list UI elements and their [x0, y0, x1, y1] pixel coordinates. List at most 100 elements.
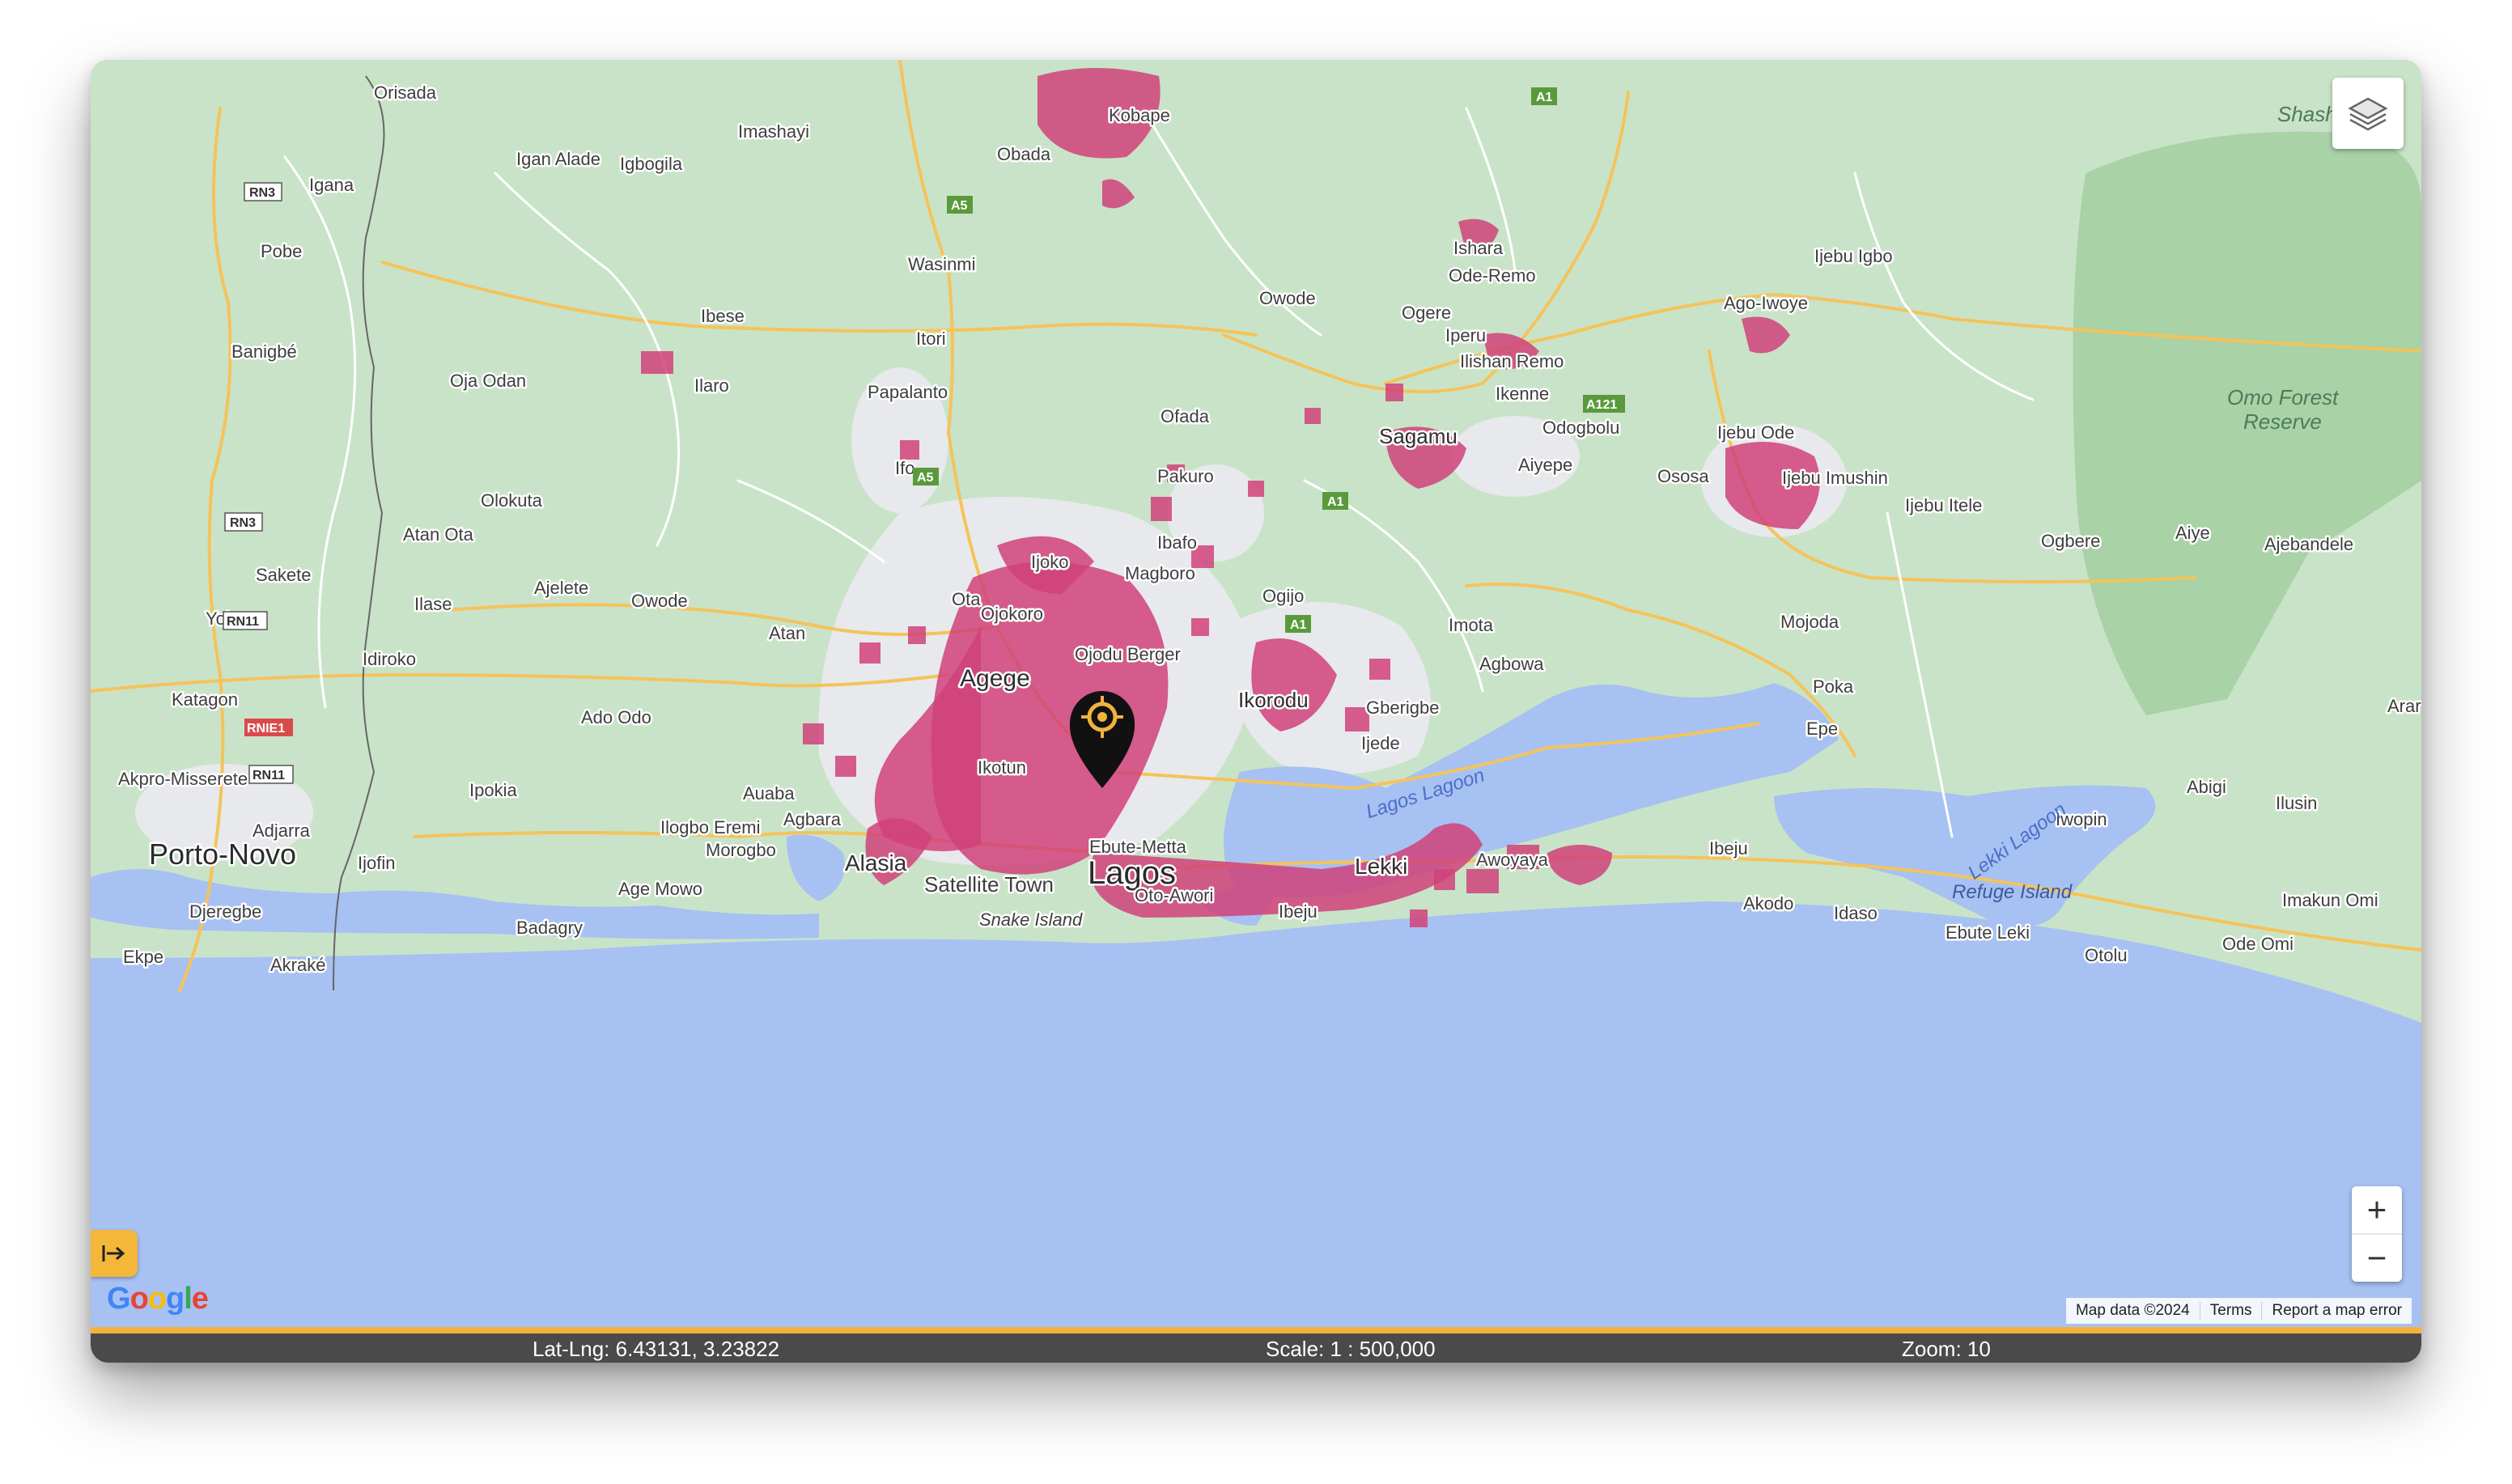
- label-ekpe: Ekpe: [123, 947, 163, 967]
- label-ijede: Ijede: [1361, 733, 1400, 753]
- shield-rnie1: RNIE1: [247, 722, 285, 736]
- label-ishara: Ishara: [1453, 238, 1504, 258]
- label-pakuro: Pakuro: [1157, 466, 1214, 486]
- label-snake-island: Snake Island: [979, 909, 1083, 930]
- label-ogijo: Ogijo: [1262, 586, 1304, 606]
- label-morogbo: Morogbo: [706, 840, 776, 860]
- label-adjarra: Adjarra: [252, 820, 311, 841]
- label-atan-ota: Atan Ota: [403, 524, 474, 545]
- label-ikenne: Ikenne: [1496, 384, 1549, 404]
- zoom-out-button[interactable]: −: [2352, 1235, 2402, 1282]
- label-ajelete: Ajelete: [534, 578, 588, 598]
- label-ijebu-imushin: Ijebu Imushin: [1782, 468, 1888, 488]
- shield-a5a: A5: [951, 199, 968, 213]
- label-ipokia: Ipokia: [469, 780, 517, 800]
- label-imota: Imota: [1449, 615, 1494, 635]
- report-map-error-link[interactable]: Report a map error: [2261, 1302, 2412, 1320]
- label-ijebu-igbo: Ijebu Igbo: [1814, 246, 1893, 266]
- label-ogbere: Ogbere: [2041, 531, 2100, 551]
- label-igbogila: Igbogila: [620, 154, 683, 174]
- label-ibeju: Ibeju: [1279, 901, 1318, 922]
- label-imakun-omi: Imakun Omi: [2282, 890, 2378, 910]
- label-ilusin: Ilusin: [2276, 793, 2317, 813]
- label-katagon: Katagon: [172, 689, 238, 710]
- label-ibafo: Ibafo: [1157, 532, 1197, 553]
- shield-a1b: A1: [1327, 495, 1344, 509]
- label-ijofin: Ijofin: [358, 853, 395, 873]
- label-ilase: Ilase: [414, 594, 452, 614]
- label-badagry: Badagry: [516, 918, 583, 938]
- panel-toggle-button[interactable]: [91, 1230, 138, 1277]
- label-magboro: Magboro: [1125, 563, 1195, 583]
- label-akpro: Akpro-Misserete: [118, 769, 248, 789]
- label-ilogbo-eremi: Ilogbo Eremi: [660, 817, 761, 837]
- label-ososa: Ososa: [1657, 466, 1709, 486]
- label-oto-awori: Oto-Awori: [1135, 885, 1213, 905]
- logo-letter: o: [147, 1282, 167, 1316]
- label-age-mowo: Age Mowo: [618, 879, 702, 899]
- label-ado-odo: Ado Odo: [581, 707, 651, 727]
- shield-rn11b: RN11: [252, 769, 285, 782]
- label-ikorodu: Ikorodu: [1238, 688, 1309, 712]
- label-agbowa: Agbowa: [1479, 654, 1544, 674]
- label-alasia: Alasia: [845, 850, 907, 876]
- zoom-control: + −: [2352, 1186, 2402, 1282]
- label-arar: Arar: [2387, 696, 2421, 716]
- label-obada: Obada: [997, 144, 1051, 164]
- label-ota: Ota: [952, 589, 981, 609]
- label-reserve: Reserve: [2243, 409, 2322, 434]
- label-gberigbe: Gberigbe: [1366, 697, 1440, 718]
- label-ode-omi: Ode Omi: [2222, 934, 2293, 954]
- label-ijoko: Ijoko: [1031, 552, 1068, 572]
- label-aiyepe: Aiyepe: [1518, 455, 1572, 475]
- label-ibeju-n: Ibeju: [1709, 838, 1748, 859]
- shield-a1c: A1: [1290, 618, 1307, 632]
- label-porto-novo: Porto-Novo: [149, 837, 296, 871]
- latlng-readout: Lat-Lng: 6.43131, 3.23822: [533, 1337, 780, 1361]
- label-ifo: Ifo: [895, 458, 914, 478]
- label-djeregbe: Djeregbe: [189, 901, 261, 922]
- label-satellite-town: Satellite Town: [924, 872, 1054, 897]
- label-ilishan-remo: Ilishan Remo: [1460, 351, 1564, 371]
- label-awoyaya: Awoyaya: [1476, 850, 1549, 870]
- label-refuge-island: Refuge Island: [1952, 881, 2073, 903]
- label-ilaro: Ilaro: [694, 375, 729, 396]
- shield-rn3b: RN3: [230, 516, 256, 530]
- label-ago-iwoye: Ago-Iwoye: [1724, 293, 1808, 313]
- label-akodo: Akodo: [1743, 893, 1793, 914]
- terms-link[interactable]: Terms: [2199, 1302, 2262, 1320]
- map-canvas[interactable]: Lagos Agege Ikorodu Lekki Alasia Porto-N…: [91, 60, 2421, 1327]
- logo-letter: g: [166, 1282, 185, 1316]
- logo-letter: o: [129, 1282, 149, 1316]
- label-ibese: Ibese: [701, 306, 745, 326]
- label-atan: Atan: [769, 623, 805, 643]
- label-ojodu-berger: Ojodu Berger: [1075, 644, 1181, 664]
- label-sagamu: Sagamu: [1379, 424, 1458, 448]
- layers-button[interactable]: [2332, 78, 2404, 149]
- label-ebute-leki: Ebute Leki: [1946, 922, 2030, 943]
- scale-readout: Scale: 1 : 500,000: [1266, 1337, 1436, 1361]
- shield-rn3a: RN3: [249, 186, 275, 200]
- label-epe: Epe: [1806, 719, 1838, 739]
- label-sakete: Sakete: [256, 565, 312, 585]
- zoom-readout: Zoom: 10: [1902, 1337, 1991, 1361]
- label-owode-n: Owode: [1259, 288, 1316, 308]
- layers-icon: [2348, 97, 2388, 131]
- label-ogere: Ogere: [1402, 303, 1451, 323]
- label-lekki: Lekki: [1355, 854, 1407, 879]
- label-ode-remo: Ode-Remo: [1449, 265, 1536, 286]
- map-data-text: Map data ©2024: [2075, 1302, 2190, 1319]
- logo-letter: G: [107, 1282, 131, 1316]
- label-ebute-metta: Ebute-Metta: [1089, 837, 1187, 857]
- label-ikotun: Ikotun: [978, 757, 1026, 778]
- google-logo: Google: [107, 1282, 209, 1317]
- label-papalanto: Papalanto: [868, 382, 948, 402]
- logo-letter: l: [184, 1282, 193, 1316]
- zoom-in-button[interactable]: +: [2352, 1186, 2402, 1233]
- shield-a5b: A5: [917, 471, 934, 485]
- label-ijebu-itele: Ijebu Itele: [1905, 495, 1982, 515]
- label-otolu: Otolu: [2085, 945, 2128, 965]
- label-iperu: Iperu: [1445, 325, 1486, 346]
- shield-a121: A121: [1586, 398, 1617, 412]
- logo-letter: e: [191, 1282, 209, 1316]
